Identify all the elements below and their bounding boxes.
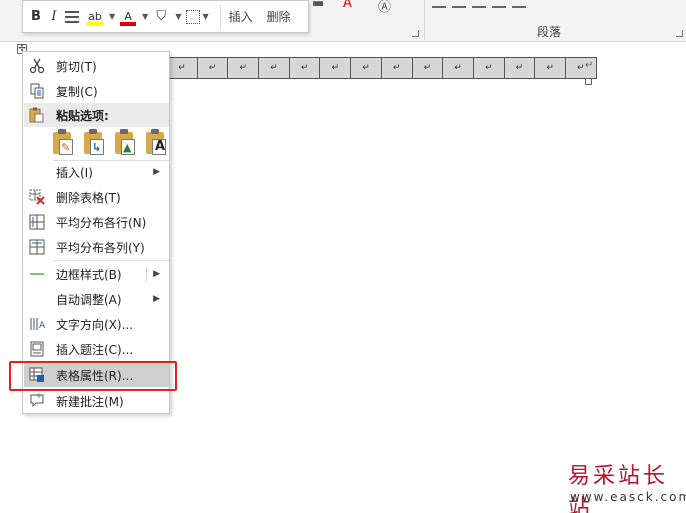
paste-icon — [28, 106, 46, 124]
menu-item-insert-caption[interactable]: 插入题注(C)... — [24, 337, 169, 361]
highlight-annotation-box — [9, 361, 177, 391]
copy-icon — [28, 82, 46, 100]
table-cell[interactable]: ↵ — [166, 57, 198, 79]
table-cell[interactable]: ↵ — [380, 57, 413, 79]
table-cell[interactable]: ↵ — [534, 57, 566, 79]
scissors-icon — [28, 57, 46, 75]
font-color-icon[interactable]: A — [343, 0, 352, 11]
highlight-button[interactable]: ab — [87, 8, 103, 26]
menu-item-distribute-columns[interactable]: 平均分布各列(Y) — [24, 235, 169, 259]
menu-item-insert[interactable]: 插入(I) ▶ — [24, 160, 169, 184]
menu-item-label: 剪切(T) — [56, 59, 97, 74]
border-style-icon — [28, 265, 46, 283]
distribute-rows-icon — [28, 213, 46, 231]
menu-item-copy[interactable]: 复制(C) — [24, 79, 169, 103]
bold-button[interactable]: B — [29, 5, 43, 29]
table-cell[interactable]: ↵ — [258, 57, 290, 79]
menu-item-label: 复制(C) — [56, 84, 98, 99]
toolbar-separator — [219, 4, 221, 29]
font-dialog-launcher-icon[interactable] — [412, 30, 419, 37]
ribbon-separator — [424, 0, 425, 40]
table-cell[interactable]: ↵ — [411, 57, 444, 79]
menu-item-label: 平均分布各列(Y) — [56, 240, 145, 255]
menu-item-label: 自动调整(A) — [56, 292, 122, 307]
borders-icon[interactable] — [186, 9, 201, 24]
menu-item-cut[interactable]: 剪切(T) — [24, 54, 169, 78]
font-color-button[interactable]: A — [120, 8, 137, 26]
menu-item-label: 文字方向(X)... — [56, 317, 134, 332]
row-end-mark: ↵ — [585, 60, 594, 71]
table-row: ↵ ↵ ↵ ↵ ↵ ↵ ↵ ↵ ↵ ↵ ↵ ↵ ↵ ↵ — [166, 57, 597, 79]
menu-item-autofit[interactable]: 自动调整(A) ▶ — [24, 287, 169, 311]
table-cell[interactable]: ↵ — [350, 57, 382, 79]
merge-formatting-icon[interactable]: ↳ — [82, 129, 107, 157]
highlight-color-bar — [87, 21, 103, 26]
menu-item-label: 边框样式(B) — [56, 267, 122, 282]
menu-item-label: 插入(I) — [56, 165, 93, 180]
menu-item-label: 插入题注(C)... — [56, 342, 134, 357]
paint-bucket-icon: ⛉ — [156, 9, 167, 24]
font-color-bar — [120, 21, 137, 26]
delete-button[interactable]: 删除 — [267, 8, 291, 25]
paragraph-dialog-launcher-icon[interactable] — [676, 30, 683, 37]
submenu-arrow-icon[interactable]: ▶ — [153, 269, 160, 279]
menu-item-new-comment[interactable]: 新建批注(M) — [24, 389, 169, 413]
distributed-icon[interactable] — [512, 0, 526, 8]
shading-dropdown-icon[interactable]: ▼ — [175, 12, 181, 21]
table-cell[interactable]: ↵ — [288, 57, 321, 79]
highlight-dropdown-icon[interactable]: ▼ — [109, 12, 115, 21]
table-resize-handle[interactable] — [585, 78, 592, 85]
picture-icon[interactable]: ▲ — [113, 129, 138, 157]
menu-item-border-style[interactable]: 边框样式(B) ▶ — [24, 262, 169, 286]
insert-caption-icon — [28, 340, 46, 358]
document-table[interactable]: ↵ ↵ ↵ ↵ ↵ ↵ ↵ ↵ ↵ ↵ ↵ ↵ ↵ ↵ — [166, 57, 597, 79]
paste-options-row: ✎ ↳ ▲ A — [51, 129, 169, 157]
distribute-columns-icon — [28, 238, 46, 256]
insert-button[interactable]: 插入 — [229, 8, 253, 25]
keep-source-formatting-icon[interactable]: ✎ — [51, 129, 76, 157]
menu-item-label: 新建批注(M) — [56, 394, 124, 409]
mini-toolbar: B I ab ▼ A ▼ ⛉ ▼ ▼ 插入 删除 — [22, 0, 309, 33]
table-cell[interactable]: ↵ — [319, 57, 352, 79]
table-cell[interactable]: ↵ — [227, 57, 260, 79]
menu-header-paste-options: 粘贴选项: — [24, 103, 169, 127]
align-right-icon[interactable] — [472, 0, 486, 8]
center-align-icon[interactable] — [65, 10, 79, 23]
split-separator — [146, 267, 147, 281]
menu-item-label: 平均分布各行(N) — [56, 215, 147, 230]
table-cell[interactable]: ↵ — [196, 57, 229, 79]
table-cell[interactable]: ↵ — [442, 57, 474, 79]
context-menu: 剪切(T) 复制(C) 粘贴选项: ✎ ↳ ▲ A 插入(I) ▶ 删除表格(T… — [22, 51, 170, 414]
menu-item-label: 粘贴选项: — [56, 108, 109, 123]
text-direction-icon: A — [28, 315, 46, 333]
justify-icon[interactable] — [492, 0, 506, 8]
shading-button[interactable]: ⛉ — [153, 5, 169, 29]
align-left-icon[interactable] — [432, 0, 446, 8]
highlight-icon[interactable]: ▬ — [312, 0, 324, 11]
keep-text-only-icon[interactable]: A — [144, 129, 169, 157]
menu-item-delete-table[interactable]: 删除表格(T) — [24, 185, 169, 209]
svg-text:A: A — [39, 321, 45, 331]
character-shading-icon[interactable]: Ⓐ — [378, 0, 391, 15]
watermark-text: 易采站长站 — [568, 464, 669, 513]
align-center-icon[interactable] — [452, 0, 466, 8]
borders-dropdown-icon[interactable]: ▼ — [202, 12, 208, 21]
paragraph-group-label: 段落 — [537, 25, 562, 39]
menu-divider — [53, 260, 169, 261]
font-color-dropdown-icon[interactable]: ▼ — [142, 12, 148, 21]
menu-item-label: 删除表格(T) — [56, 190, 121, 205]
new-comment-icon — [28, 392, 46, 410]
table-cell[interactable]: ↵ — [503, 57, 536, 79]
table-cell[interactable]: ↵ — [472, 57, 505, 79]
menu-item-text-direction[interactable]: A 文字方向(X)... — [24, 312, 169, 336]
paragraph-align-icons[interactable] — [432, 0, 526, 10]
submenu-arrow-icon: ▶ — [153, 294, 160, 304]
delete-table-icon — [28, 188, 46, 206]
submenu-arrow-icon: ▶ — [153, 167, 160, 177]
menu-item-distribute-rows[interactable]: 平均分布各行(N) — [24, 210, 169, 234]
italic-button[interactable]: I — [47, 5, 61, 29]
watermark-url: www.easck.com — [570, 490, 686, 504]
